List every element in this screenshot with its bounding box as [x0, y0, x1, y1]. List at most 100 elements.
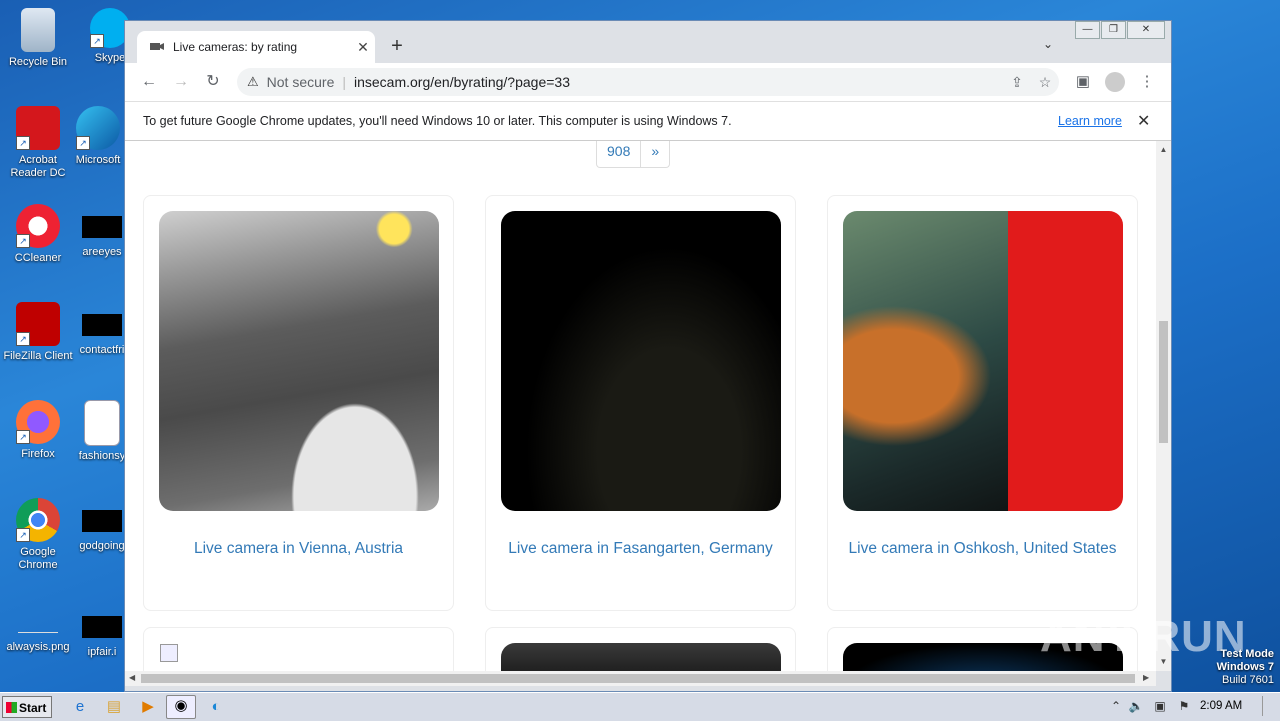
file-thumbnail-icon — [82, 314, 122, 336]
desktop-icon-label: CCleaner — [14, 252, 62, 264]
os-info-line: Windows 7 — [1216, 661, 1274, 673]
word-document-icon — [84, 400, 120, 446]
close-infobar-icon[interactable]: ✕ — [1137, 111, 1150, 131]
chrome-taskbar-icon[interactable]: ◉ — [166, 695, 196, 719]
os-info-line: Build 7601 — [1222, 674, 1274, 686]
tab-search-chevron-icon[interactable]: ⌄ — [1043, 37, 1053, 51]
chrome-icon: ↗ — [16, 498, 60, 542]
camera-card: Live camera in Vienna, Austria — [143, 195, 454, 611]
file-thumbnail-icon — [82, 510, 122, 532]
desktop-icon-label: FileZilla Client — [3, 350, 73, 362]
desktop-icon-label: Firefox — [21, 448, 55, 460]
desktop-icon-label: ipfair.i — [87, 646, 117, 658]
camera-thumbnail[interactable] — [501, 643, 781, 671]
address-bar[interactable]: ⚠ Not secure | insecam.org/en/byrating/?… — [237, 68, 1059, 96]
desktop-icon-label: Skype — [94, 52, 126, 64]
file-thumbnail-icon — [82, 216, 122, 238]
infobar-message: To get future Google Chrome updates, you… — [143, 114, 732, 128]
taskbar-clock[interactable]: 2:09 AM — [1200, 700, 1242, 712]
file-thumbnail-icon — [82, 616, 122, 638]
learn-more-link[interactable]: Learn more — [1058, 114, 1122, 128]
page-link-next[interactable]: » — [640, 141, 669, 167]
internet-explorer-icon[interactable]: e — [70, 697, 90, 717]
scroll-left-arrow-icon[interactable]: ◀ — [129, 673, 135, 682]
camera-favicon-icon — [149, 40, 165, 54]
camera-card: Live camera in Fasangarten, Germany — [485, 195, 796, 611]
windows-logo-icon — [6, 702, 17, 713]
camera-caption-link[interactable]: Live camera in Vienna, Austria — [144, 540, 453, 558]
page-link-last[interactable]: 908 — [597, 141, 640, 167]
security-label[interactable]: Not secure — [267, 74, 335, 90]
pagination: 908 » — [596, 141, 671, 168]
action-center-flag-icon[interactable]: ⚑ — [1176, 699, 1192, 715]
camera-card: Live camera in Oshkosh, United States — [827, 195, 1138, 611]
os-info: Test Mode Windows 7 Build 7601 — [1217, 648, 1274, 687]
menu-kebab-icon[interactable]: ⋮ — [1135, 72, 1159, 94]
network-icon[interactable]: ▣ — [1152, 699, 1168, 715]
camera-thumbnail[interactable] — [501, 211, 781, 511]
filezilla-icon: ↗ — [16, 302, 60, 346]
start-label: Start — [19, 701, 47, 715]
desktop-icon-label: Google Chrome — [18, 546, 58, 571]
url-text[interactable]: insecam.org/en/byrating/?page=33 — [354, 74, 1003, 90]
minimize-button[interactable]: — — [1075, 21, 1100, 39]
camera-caption-link[interactable]: Live camera in Fasangarten, Germany — [486, 540, 795, 558]
scroll-up-arrow-icon[interactable]: ▲ — [1156, 145, 1171, 154]
camera-caption-link[interactable]: Live camera in Oshkosh, United States — [828, 540, 1137, 558]
desktop-icon-label: areeyes — [82, 246, 122, 258]
taskbar: Start e ▤ ▶ ◉ ◐ ⌃ 🔈 ▣ ⚑ 2:09 AM — [0, 692, 1280, 721]
edge-icon: ↗ — [76, 106, 120, 150]
desktop-icon-label: contactfri — [79, 344, 125, 356]
desktop-icon-recycle-bin[interactable]: Recycle Bin — [0, 8, 76, 69]
tab-live-cameras[interactable]: Live cameras: by rating ✕ — [137, 31, 375, 63]
desktop-icon-label: Recycle Bin — [8, 56, 68, 68]
profile-icon[interactable] — [1103, 72, 1127, 94]
desktop-icon-label: godgoing — [79, 540, 125, 552]
new-tab-button[interactable]: + — [387, 35, 407, 58]
acrobat-icon: ↗ — [16, 106, 60, 150]
bookmark-star-icon[interactable]: ☆ — [1031, 74, 1059, 91]
start-button[interactable]: Start — [2, 696, 52, 718]
warning-icon: ⚠ — [247, 74, 259, 89]
media-player-icon[interactable]: ▶ — [138, 697, 158, 717]
desktop-icon-label: fashionsy — [78, 450, 126, 462]
side-panel-icon[interactable]: ▣ — [1071, 72, 1095, 94]
update-infobar: To get future Google Chrome updates, you… — [125, 101, 1171, 141]
omnibox-divider: | — [342, 74, 346, 90]
share-icon[interactable]: ⇪ — [1003, 74, 1031, 91]
os-info-line: Test Mode — [1220, 648, 1274, 660]
tab-strip: Live cameras: by rating ✕ + ⌄ — ❐ ✕ — [125, 21, 1171, 63]
page-viewport: 908 » Live camera in Vienna, Austria Liv… — [125, 141, 1156, 671]
broken-image-icon[interactable] — [160, 644, 178, 662]
show-desktop-button[interactable] — [1262, 696, 1277, 716]
file-explorer-icon[interactable]: ▤ — [104, 697, 124, 717]
volume-icon[interactable]: 🔈 — [1128, 699, 1144, 715]
desktop-icon-label: alwaysis.png — [6, 641, 70, 653]
firefox-icon: ↗ — [16, 400, 60, 444]
camera-card — [143, 627, 454, 671]
desktop-icon-label: Microsoft — [75, 154, 121, 166]
maximize-button[interactable]: ❐ — [1101, 21, 1126, 39]
close-window-button[interactable]: ✕ — [1127, 21, 1165, 39]
horizontal-scrollbar[interactable]: ◀ ▶ — [125, 671, 1156, 686]
desktop-icon-label: Acrobat Reader DC — [10, 154, 66, 179]
horizontal-scroll-thumb[interactable] — [141, 674, 1135, 683]
forward-button[interactable]: → — [170, 71, 192, 93]
camera-card — [485, 627, 796, 671]
tab-title: Live cameras: by rating — [173, 40, 298, 54]
scroll-right-arrow-icon[interactable]: ▶ — [1143, 673, 1149, 682]
vertical-scroll-thumb[interactable] — [1159, 321, 1168, 443]
close-tab-icon[interactable]: ✕ — [351, 39, 375, 56]
camera-thumbnail[interactable] — [159, 211, 439, 511]
edge-taskbar-icon[interactable]: ◐ — [206, 697, 226, 717]
chrome-window: Live cameras: by rating ✕ + ⌄ — ❐ ✕ ← → … — [124, 20, 1172, 692]
recycle-bin-icon — [21, 8, 55, 52]
tray-expand-icon[interactable]: ⌃ — [1108, 699, 1124, 715]
ccleaner-icon: ↗ — [16, 204, 60, 248]
vertical-scrollbar[interactable]: ▲ ▼ — [1156, 141, 1171, 671]
camera-thumbnail[interactable] — [843, 211, 1123, 511]
image-thumbnail-icon — [18, 616, 58, 633]
back-button[interactable]: ← — [138, 71, 160, 93]
reload-button[interactable]: ↻ — [202, 71, 224, 93]
browser-toolbar: ← → ↻ ⚠ Not secure | insecam.org/en/byra… — [125, 63, 1171, 101]
